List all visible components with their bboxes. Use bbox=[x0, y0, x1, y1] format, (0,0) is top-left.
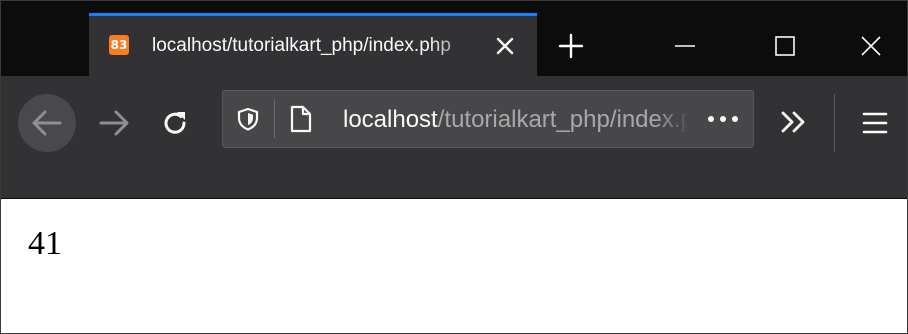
navigation-toolbar: localhost/tutorialkart_php/index.php bbox=[1, 76, 907, 199]
shield-icon[interactable] bbox=[235, 106, 261, 132]
browser-window: 83 localhost/tutorialkart_php/index.php bbox=[0, 0, 908, 334]
reload-icon[interactable] bbox=[158, 106, 192, 140]
page-output-text: 41 bbox=[28, 225, 62, 262]
tab-strip: 83 localhost/tutorialkart_php/index.php bbox=[1, 1, 907, 76]
close-icon[interactable] bbox=[493, 34, 517, 58]
minimize-icon[interactable] bbox=[671, 32, 699, 60]
active-tab[interactable]: 83 localhost/tutorialkart_php/index.php bbox=[89, 13, 537, 76]
close-icon[interactable] bbox=[857, 32, 885, 60]
url-text[interactable]: localhost/tutorialkart_php/index.php bbox=[343, 104, 690, 136]
back-button[interactable] bbox=[18, 94, 76, 152]
toolbar-separator bbox=[834, 94, 835, 152]
page-content: 41 bbox=[1, 199, 907, 333]
hamburger-menu-icon[interactable] bbox=[858, 106, 892, 140]
arrow-left-icon bbox=[32, 110, 62, 136]
url-path: /tutorialkart_php/index.php bbox=[437, 106, 690, 133]
tab-title: localhost/tutorialkart_php/index.php bbox=[152, 35, 451, 56]
chevron-double-right-icon[interactable] bbox=[777, 102, 811, 142]
arrow-right-icon bbox=[99, 110, 129, 136]
address-bar-separator bbox=[274, 100, 275, 138]
url-host: localhost bbox=[343, 106, 438, 133]
plus-icon[interactable] bbox=[557, 32, 585, 60]
xampp-icon: 83 bbox=[109, 35, 129, 55]
address-bar[interactable]: localhost/tutorialkart_php/index.php bbox=[222, 90, 754, 148]
forward-button[interactable] bbox=[85, 94, 143, 152]
page-icon[interactable] bbox=[288, 104, 314, 134]
maximize-icon[interactable] bbox=[771, 32, 799, 60]
ellipsis-icon[interactable] bbox=[703, 106, 743, 132]
